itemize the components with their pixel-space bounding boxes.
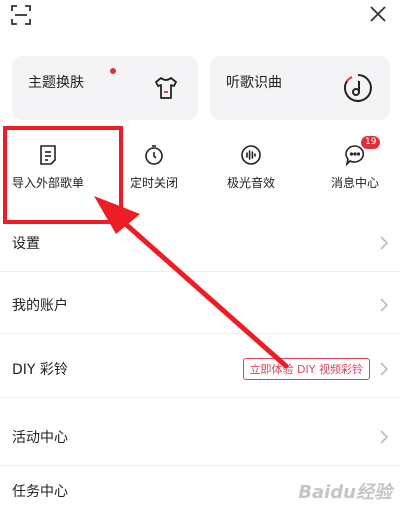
message-center-label: 消息中心	[330, 176, 379, 190]
sound-wave-icon	[241, 145, 261, 165]
sleep-timer-label: 定时关闭	[129, 176, 178, 190]
theme-skin-label: 主题换肤	[28, 75, 84, 91]
tshirt-icon	[155, 77, 177, 99]
scan-icon[interactable]	[10, 4, 32, 26]
chevron-right-icon	[380, 429, 388, 444]
chevron-right-icon	[380, 297, 388, 312]
message-count-badge: 19	[361, 136, 381, 149]
menu-item-account[interactable]: 我的账户	[0, 276, 400, 334]
chevron-right-icon	[380, 361, 388, 376]
settings-label: 设置	[12, 235, 40, 252]
close-icon[interactable]	[368, 4, 388, 24]
song-recognition-card[interactable]: 听歌识曲	[210, 56, 390, 120]
task-center-label: 任务中心	[12, 484, 68, 500]
sleep-timer-button[interactable]: 定时关闭	[114, 140, 194, 196]
activity-center-label: 活动中心	[12, 429, 68, 446]
chevron-right-icon	[380, 235, 388, 250]
aurora-sound-effect-button[interactable]: 极光音效	[211, 140, 291, 196]
menu-item-activity-center[interactable]: 活动中心	[0, 408, 400, 466]
music-note-icon	[344, 74, 372, 102]
menu-item-diy-ringtone[interactable]: DIY 彩铃 立即体验 DIY 视频彩铃	[0, 340, 400, 398]
new-dot-badge	[110, 68, 116, 74]
annotation-highlight-box	[3, 126, 123, 224]
song-recognition-label: 听歌识曲	[226, 75, 282, 91]
aurora-sound-effect-label: 极光音效	[226, 176, 275, 190]
menu-panel: 主题换肤 听歌识曲 导入外部歌单 定时关闭 极光音效 19 消息中心 设置 我的…	[0, 0, 400, 512]
diy-ringtone-label: DIY 彩铃	[12, 361, 68, 378]
diy-video-ringtone-promo[interactable]: 立即体验 DIY 视频彩铃	[242, 357, 370, 380]
timer-icon	[145, 145, 163, 165]
message-center-button[interactable]: 19 消息中心	[315, 136, 395, 196]
account-label: 我的账户	[12, 297, 68, 314]
theme-skin-card[interactable]: 主题换肤	[12, 56, 198, 120]
baidu-watermark: Baidu经验	[298, 482, 392, 503]
